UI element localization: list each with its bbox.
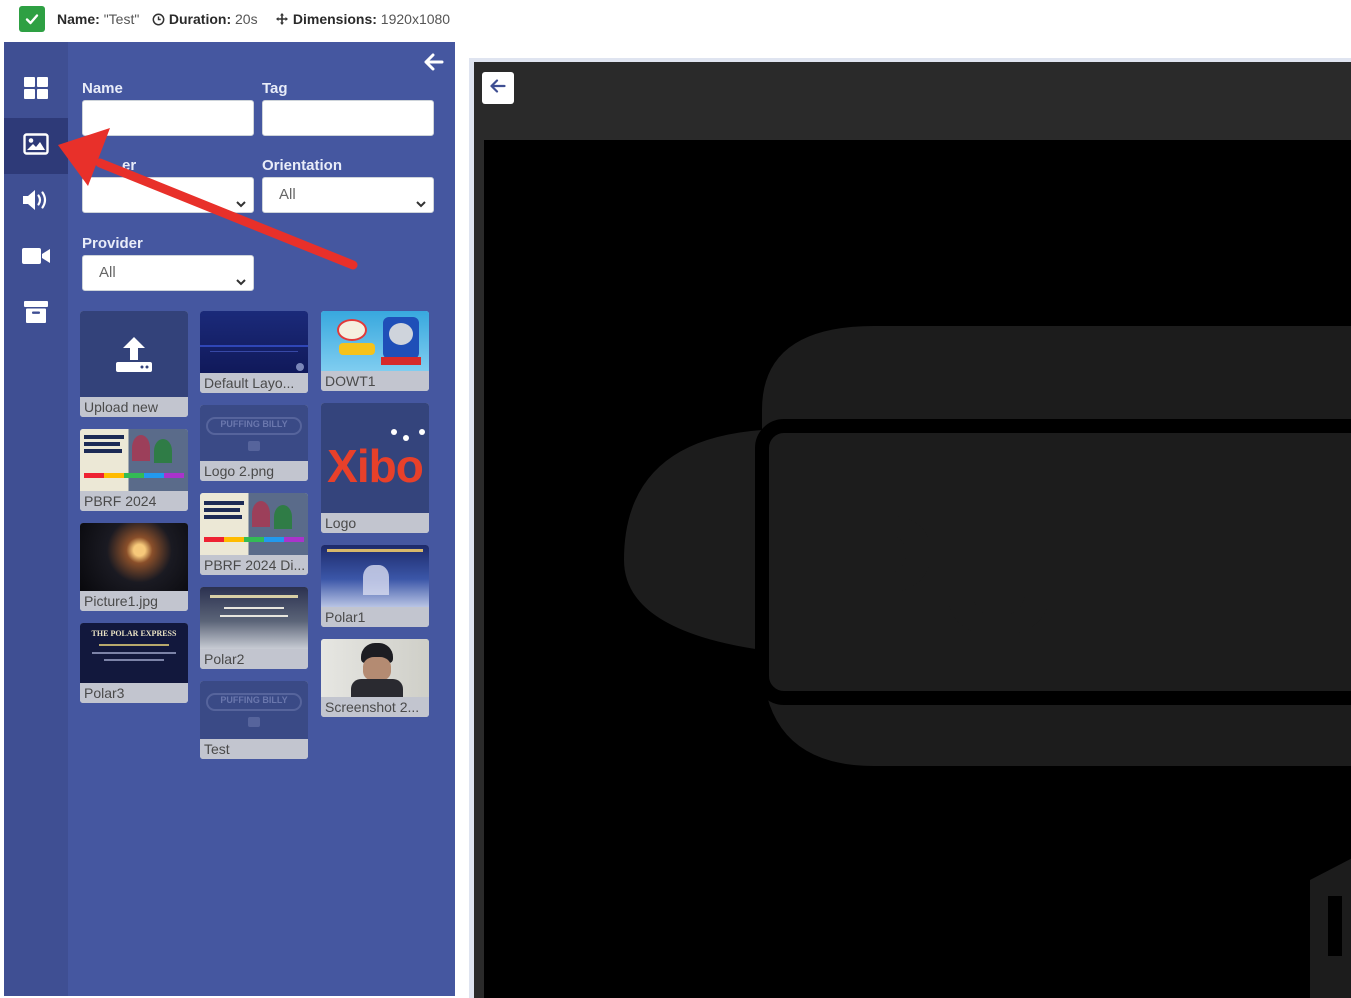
- image-library-tab[interactable]: [4, 118, 68, 174]
- media-tile-logo[interactable]: Xibo Logo: [321, 403, 429, 533]
- archive-tab[interactable]: [4, 286, 68, 342]
- chevron-down-icon: [235, 267, 247, 301]
- tile-caption: Screenshot 2...: [321, 697, 429, 717]
- media-tile-logo-2[interactable]: PUFFING BILLY Logo 2.png: [200, 405, 308, 481]
- layout-dimensions: Dimensions: 1920x1080: [275, 11, 450, 29]
- logo-text: PUFFI: [822, 479, 1319, 671]
- layout-info-bar: Name: "Test" Duration: 20s Dimensions: 1…: [0, 0, 1351, 40]
- upload-icon: [80, 311, 188, 397]
- archive-icon: [23, 300, 49, 329]
- clock-icon: [152, 13, 165, 29]
- tile-caption: Polar3: [80, 683, 188, 703]
- media-tile-pbrf-2024[interactable]: PBRF 2024: [80, 429, 188, 511]
- tile-caption: PBRF 2024 Di...: [200, 555, 308, 575]
- chevron-down-icon: [235, 189, 247, 223]
- tile-caption: DOWT1: [321, 371, 429, 391]
- orientation-selected-value: All: [279, 186, 296, 203]
- media-tile-polar3[interactable]: THE POLAR EXPRESS Polar3: [80, 623, 188, 703]
- media-tile-pbrf-2024-di[interactable]: PBRF 2024 Di...: [200, 493, 308, 575]
- dimensions-label: Dimensions:: [292, 11, 377, 27]
- festival-poster-thumbnail: [80, 429, 188, 491]
- media-tile-test[interactable]: PUFFING BILLY Test: [200, 681, 308, 759]
- media-tile-default-layout[interactable]: Default Layo...: [200, 311, 308, 393]
- night-photo-thumbnail: [80, 523, 188, 591]
- festival-poster-thumbnail: [200, 493, 308, 555]
- orientation-filter-select[interactable]: All: [262, 177, 434, 213]
- audio-icon: [21, 188, 51, 217]
- layout-thumbnail: [200, 311, 308, 373]
- thumbnail-text: PUFFING BILLY: [220, 419, 288, 429]
- viewer-back-button[interactable]: [482, 72, 514, 104]
- person-photo-thumbnail: [321, 639, 429, 697]
- upload-new-tile[interactable]: Upload new: [80, 311, 188, 417]
- xibo-logo-thumbnail: Xibo: [321, 403, 429, 513]
- tile-caption: Upload new: [80, 397, 188, 417]
- tag-filter-label: Tag: [262, 80, 288, 97]
- media-tile-polar1[interactable]: Polar1: [321, 545, 429, 627]
- media-tile-screenshot[interactable]: Screenshot 2...: [321, 639, 429, 717]
- tile-caption: Test: [200, 739, 308, 759]
- arrow-left-icon: [490, 78, 506, 98]
- layout-name: Name: "Test": [57, 11, 139, 27]
- grid-icon: [23, 76, 49, 105]
- name-label: Name:: [57, 11, 100, 27]
- tile-caption: Polar2: [200, 649, 308, 669]
- media-tile-picture1[interactable]: Picture1.jpg: [80, 523, 188, 611]
- toolbox-nav: [4, 42, 68, 996]
- duration-value: 20s: [235, 11, 258, 27]
- arrow-left-icon: [424, 53, 444, 76]
- name-filter-label: Name: [82, 80, 123, 97]
- media-tile-polar2[interactable]: Polar2: [200, 587, 308, 669]
- image-icon: [23, 132, 49, 160]
- thumbnail-text: PUFFING BILLY: [220, 695, 288, 705]
- thumbnail-text: Xibo: [327, 440, 424, 492]
- tile-caption: PBRF 2024: [80, 491, 188, 511]
- media-tile-dowt1[interactable]: DOWT1: [321, 311, 429, 391]
- move-arrows-icon: [275, 12, 289, 29]
- provider-filter-label: Provider: [82, 235, 143, 252]
- polar-express-thumbnail: [321, 545, 429, 607]
- layout-duration: Duration: 20s: [152, 11, 258, 29]
- puffing-billy-logo: PUFFI: [624, 326, 1351, 998]
- puffing-billy-logo-thumbnail: PUFFING BILLY: [200, 405, 308, 461]
- library-panel: Name Tag er Orientation All Provider All…: [68, 42, 455, 996]
- layout-canvas[interactable]: PUFFI: [484, 140, 1351, 998]
- duration-label: Duration:: [168, 11, 232, 27]
- name-value: "Test": [103, 11, 140, 27]
- tile-caption: Logo 2.png: [200, 461, 308, 481]
- polar-express-poster-thumbnail: THE POLAR EXPRESS: [80, 623, 188, 683]
- widgets-tab[interactable]: [4, 62, 68, 118]
- owner-filter-label: er: [122, 157, 137, 174]
- polar-express-thumbnail: [200, 587, 308, 649]
- tile-caption: Polar1: [321, 607, 429, 627]
- puffing-billy-logo-thumbnail: PUFFING BILLY: [200, 681, 308, 739]
- provider-selected-value: All: [99, 264, 116, 281]
- dimensions-value: 1920x1080: [380, 11, 451, 27]
- train-poster-thumbnail: [321, 311, 429, 371]
- status-check-icon: [19, 6, 45, 32]
- video-icon: [21, 246, 51, 271]
- thumbnail-text: THE POLAR EXPRESS: [91, 629, 177, 638]
- chevron-down-icon: [415, 189, 427, 223]
- collapse-panel-button[interactable]: [422, 52, 446, 76]
- tile-caption: Logo: [321, 513, 429, 533]
- provider-filter-select[interactable]: All: [82, 255, 254, 291]
- audio-library-tab[interactable]: [4, 174, 68, 230]
- name-filter-input[interactable]: [82, 100, 254, 136]
- tile-caption: Default Layo...: [200, 373, 308, 393]
- tag-filter-input[interactable]: [262, 100, 434, 136]
- video-library-tab[interactable]: [4, 230, 68, 286]
- owner-filter-select[interactable]: [82, 177, 254, 213]
- tile-caption: Picture1.jpg: [80, 591, 188, 611]
- orientation-filter-label: Orientation: [262, 157, 343, 174]
